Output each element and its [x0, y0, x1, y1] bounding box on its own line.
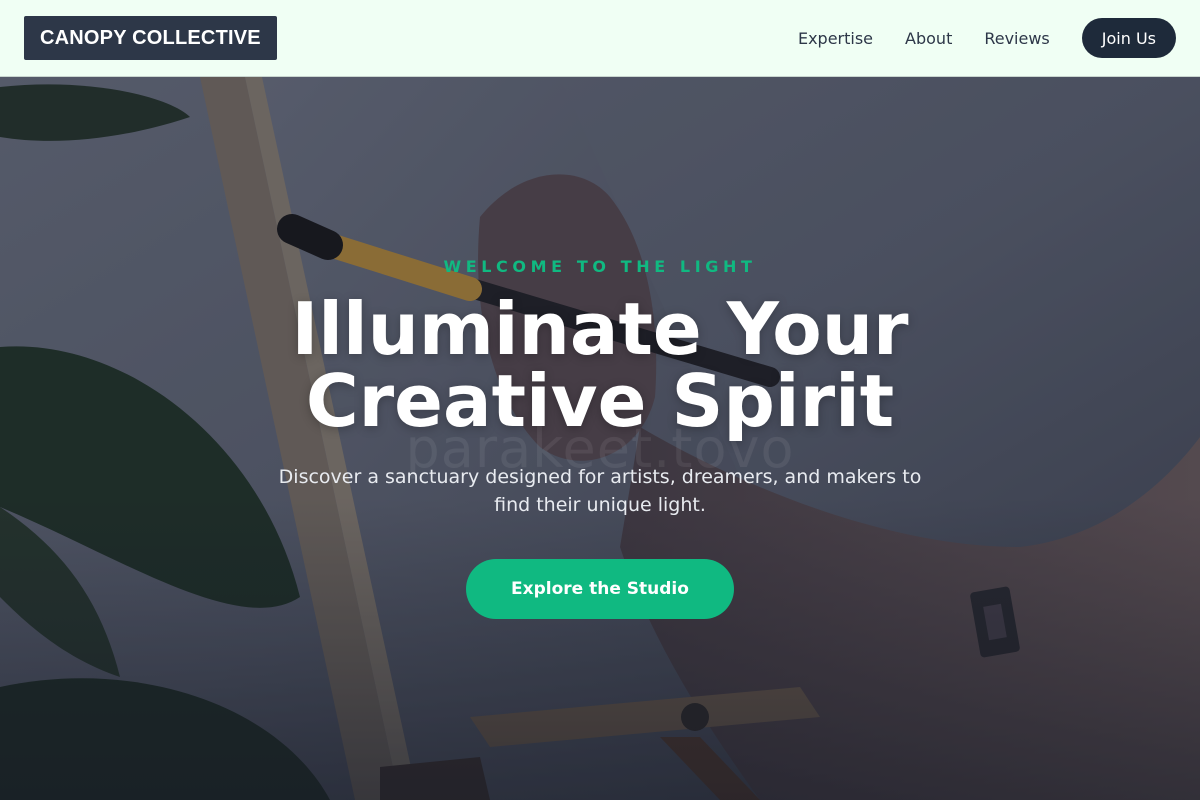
hero-headline: Illuminate Your Creative Spirit — [0, 293, 1200, 437]
hero-section: parakeet.tovo WELCOME TO THE LIGHT Illum… — [0, 77, 1200, 800]
join-us-button[interactable]: Join Us — [1081, 18, 1176, 58]
site-logo[interactable]: CANOPY COLLECTIVE — [24, 16, 277, 60]
hero-headline-line2: Creative Spirit — [305, 359, 895, 443]
main-nav: Expertise About Reviews Join Us — [766, 18, 1176, 58]
hero-subtext: Discover a sanctuary designed for artist… — [278, 466, 922, 516]
explore-studio-button[interactable]: Explore the Studio — [466, 559, 734, 619]
nav-link-reviews[interactable]: Reviews — [984, 29, 1049, 48]
site-header: CANOPY COLLECTIVE Expertise About Review… — [0, 0, 1200, 77]
hero-eyebrow: WELCOME TO THE LIGHT — [443, 257, 757, 276]
nav-link-expertise[interactable]: Expertise — [798, 29, 873, 48]
hero-content: parakeet.tovo WELCOME TO THE LIGHT Illum… — [0, 77, 1200, 800]
nav-link-about[interactable]: About — [905, 29, 952, 48]
